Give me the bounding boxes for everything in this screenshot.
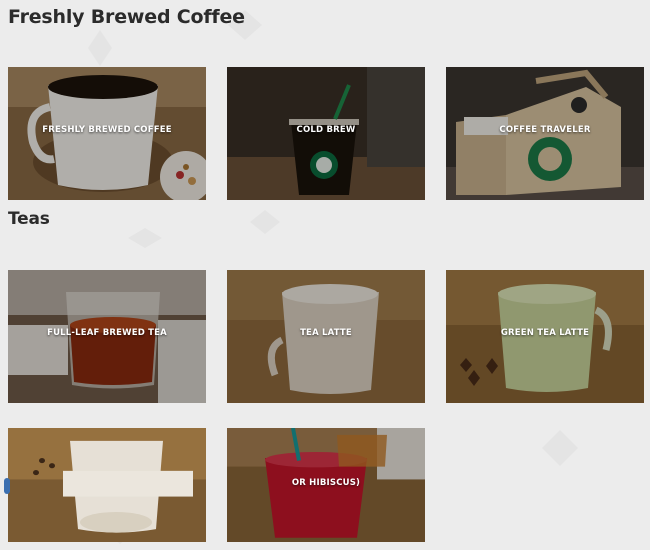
- tile-label: FULL-LEAF BREWED TEA: [47, 328, 167, 338]
- tile-iced-tea-hibiscus[interactable]: OR HIBISCUS): [227, 428, 425, 542]
- tile-freshly-brewed-coffee[interactable]: FRESHLY BREWED COFFEE: [8, 67, 206, 200]
- tile-label: OR HIBISCUS): [291, 478, 361, 488]
- tile-label: COLD BREW: [296, 125, 356, 135]
- tile-tea-unlabeled[interactable]: [8, 428, 206, 542]
- scroll-indicator[interactable]: [4, 478, 10, 494]
- tile-label: TEA LATTE: [300, 328, 352, 338]
- section-title-coffee: Freshly Brewed Coffee: [8, 6, 245, 28]
- tile-label: FRESHLY BREWED COFFEE: [42, 125, 172, 135]
- tile-coffee-traveler[interactable]: COFFEE TRAVELER: [446, 67, 644, 200]
- tile-green-tea-latte[interactable]: GREEN TEA LATTE: [446, 270, 644, 403]
- tile-label: COFFEE TRAVELER: [499, 125, 591, 135]
- tile-cold-brew[interactable]: COLD BREW: [227, 67, 425, 200]
- section-title-teas: Teas: [8, 209, 50, 229]
- tile-tea-latte[interactable]: TEA LATTE: [227, 270, 425, 403]
- tea-photo: [8, 428, 206, 542]
- tile-label: GREEN TEA LATTE: [500, 328, 590, 338]
- tile-full-leaf-brewed-tea[interactable]: FULL-LEAF BREWED TEA: [8, 270, 206, 403]
